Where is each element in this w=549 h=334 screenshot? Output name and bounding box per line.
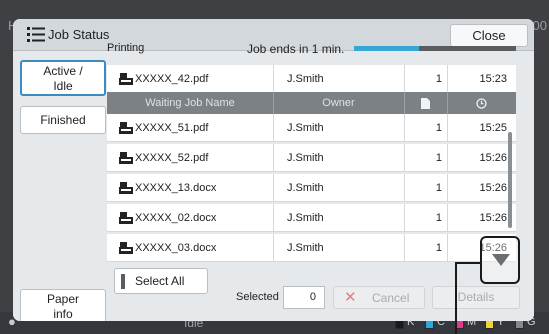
callout-line	[455, 262, 457, 334]
column-divider	[273, 114, 274, 142]
file-icon	[119, 73, 133, 85]
sidebar: Active / Idle Finished Paper info	[13, 51, 113, 321]
table-row[interactable]: XXXXX_52.pdf J.Smith 1 15:26	[107, 144, 516, 172]
column-divider	[273, 204, 274, 232]
column-divider	[273, 174, 274, 202]
selected-count: 0	[283, 286, 325, 309]
page-count-icon	[404, 92, 447, 114]
job-name: XXXXX_52.pdf	[135, 152, 209, 164]
details-button[interactable]: Details	[432, 286, 520, 309]
scroll-down-button[interactable]	[480, 236, 520, 284]
printing-job-time: 15:23	[479, 73, 507, 85]
selected-label: Selected	[236, 291, 279, 303]
printing-job-count: 1	[435, 73, 442, 85]
waiting-table-header: Waiting Job Name Owner	[107, 92, 516, 114]
job-time: 15:26	[479, 182, 507, 194]
column-divider	[273, 144, 274, 172]
file-icon	[119, 212, 133, 224]
file-icon	[119, 152, 133, 164]
job-time: 15:26	[479, 212, 507, 224]
job-ends-text: Job ends in 1 min.	[247, 42, 345, 56]
paper-info-button[interactable]: Paper info	[20, 289, 106, 321]
job-owner: J.Smith	[287, 242, 324, 254]
tab-active-idle[interactable]: Active / Idle	[20, 60, 106, 96]
job-list-icon	[27, 27, 45, 42]
file-icon	[119, 122, 133, 134]
close-button[interactable]: Close	[450, 24, 528, 47]
dialog-title: Job Status	[48, 27, 110, 42]
paper-info-label: Paper info	[46, 292, 80, 321]
printing-job-row[interactable]: XXXXX_42.pdf J.Smith 1 15:23	[107, 65, 516, 93]
printing-label: Printing	[107, 42, 145, 54]
job-count: 1	[435, 152, 442, 164]
select-all-button[interactable]: Select All	[114, 268, 208, 294]
job-name: XXXXX_51.pdf	[135, 122, 209, 134]
job-owner: J.Smith	[287, 212, 324, 224]
table-row[interactable]: XXXXX_51.pdf J.Smith 1 15:25	[107, 114, 516, 142]
scroll-down-arrow-icon	[492, 254, 510, 266]
file-icon	[119, 242, 133, 254]
table-row[interactable]: XXXXX_02.docx J.Smith 1 15:26	[107, 204, 516, 232]
list-scrollbar[interactable]	[508, 132, 512, 228]
header-owner: Owner	[322, 97, 355, 109]
table-row[interactable]: XXXXX_13.docx J.Smith 1 15:26	[107, 174, 516, 202]
printing-job-name: XXXXX_42.pdf	[135, 73, 209, 85]
job-name: XXXXX_13.docx	[135, 182, 217, 194]
select-all-label: Select All	[135, 274, 185, 288]
printing-job-owner: J.Smith	[287, 73, 324, 85]
select-all-marker	[121, 274, 125, 289]
job-time: 15:25	[479, 122, 507, 134]
tab-finished[interactable]: Finished	[20, 106, 106, 134]
print-progress-bar	[354, 46, 516, 51]
column-divider	[273, 234, 274, 262]
callout-line	[455, 262, 481, 264]
job-count: 1	[435, 182, 442, 194]
clock-icon	[447, 92, 516, 114]
waiting-job-list[interactable]: XXXXX_51.pdf J.Smith 1 15:25 XXXXX_52.pdf J.S…	[107, 114, 516, 266]
cancel-label: Cancel	[372, 291, 410, 305]
table-row[interactable]: XXXXX_03.docx J.Smith 1 15:26	[107, 234, 516, 262]
print-progress-fill	[354, 46, 419, 51]
tab-active-idle-label: Active / Idle	[43, 64, 83, 93]
file-icon	[119, 182, 133, 194]
cancel-button[interactable]: ✕ Cancel	[333, 286, 425, 309]
header-waiting-job-name: Waiting Job Name	[145, 97, 235, 109]
job-owner: J.Smith	[287, 152, 324, 164]
job-owner: J.Smith	[287, 122, 324, 134]
job-count: 1	[435, 212, 442, 224]
job-owner: J.Smith	[287, 182, 324, 194]
job-name: XXXXX_02.docx	[135, 212, 217, 224]
job-name: XXXXX_03.docx	[135, 242, 217, 254]
job-count: 1	[435, 122, 442, 134]
column-divider	[273, 65, 274, 93]
job-count: 1	[435, 242, 442, 254]
job-time: 15:26	[479, 152, 507, 164]
cancel-x-icon: ✕	[344, 289, 357, 306]
